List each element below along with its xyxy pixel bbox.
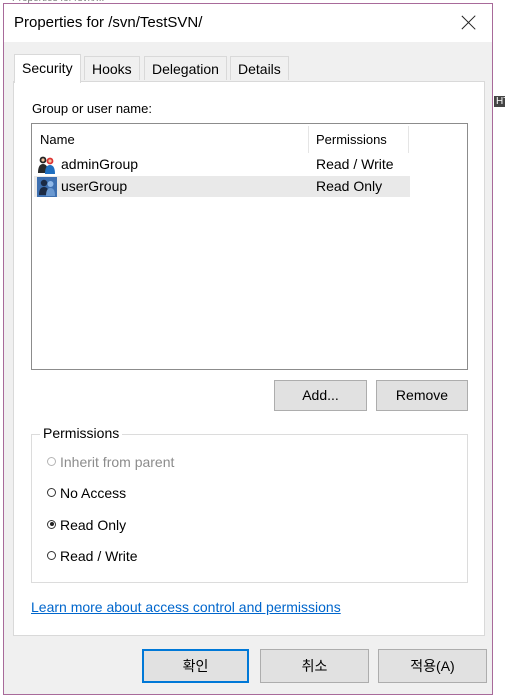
list-item-usergroup[interactable]: userGroup Read Only [34,176,410,197]
tab-hooks[interactable]: Hooks [84,56,140,80]
group-user-list[interactable]: Name Permissions adminGroup Read / Write… [31,123,468,370]
radio-label: No Access [60,485,127,501]
security-panel: Group or user name: Name Permissions adm… [13,81,485,636]
remove-button[interactable]: Remove [376,380,468,411]
list-item-admingroup[interactable]: adminGroup Read / Write [34,154,410,175]
radio-label: Inherit from parent [60,454,175,470]
tab-security[interactable]: Security [14,54,81,83]
learn-more-link[interactable]: Learn more about access control and perm… [31,599,341,615]
group-user-label: Group or user name: [32,101,152,116]
radio-inherit-from-parent[interactable]: Inherit from parent [47,454,174,470]
column-divider[interactable] [408,126,409,153]
title-bar: Properties for /svn/TestSVN/ [4,4,492,42]
list-header: Name Permissions [32,124,467,154]
row-permission: Read / Write [316,156,394,172]
group-icon [37,177,57,197]
window-title: Properties for /svn/TestSVN/ [14,14,203,31]
radio-unchecked-icon [47,456,56,466]
column-header-name[interactable]: Name [40,132,75,147]
properties-dialog: Properties for /svn/TestSVN/ Security Ho… [3,3,493,695]
radio-read-write[interactable]: Read / Write [47,548,138,564]
radio-read-only[interactable]: Read Only [47,517,126,533]
column-divider[interactable] [308,126,309,153]
row-name: userGroup [61,178,128,194]
row-permission: Read Only [316,178,383,194]
add-button[interactable]: Add... [274,380,367,411]
background-fragment-right: HT [494,96,505,107]
radio-unchecked-icon [47,550,56,560]
radio-unchecked-icon [47,487,56,497]
column-header-permissions[interactable]: Permissions [316,132,387,147]
radio-label: Read / Write [60,548,138,564]
tab-delegation[interactable]: Delegation [144,56,227,80]
tab-details[interactable]: Details [230,56,289,80]
apply-button[interactable]: 적용(A) [378,649,487,683]
permissions-legend: Permissions [40,425,123,441]
radio-no-access[interactable]: No Access [47,485,126,501]
radio-checked-icon [47,519,56,529]
close-icon[interactable] [458,12,480,34]
row-name: adminGroup [61,156,139,172]
group-icon [37,155,57,175]
cancel-button[interactable]: 취소 [260,649,369,683]
radio-label: Read Only [60,517,127,533]
ok-button[interactable]: 확인 [142,649,249,683]
